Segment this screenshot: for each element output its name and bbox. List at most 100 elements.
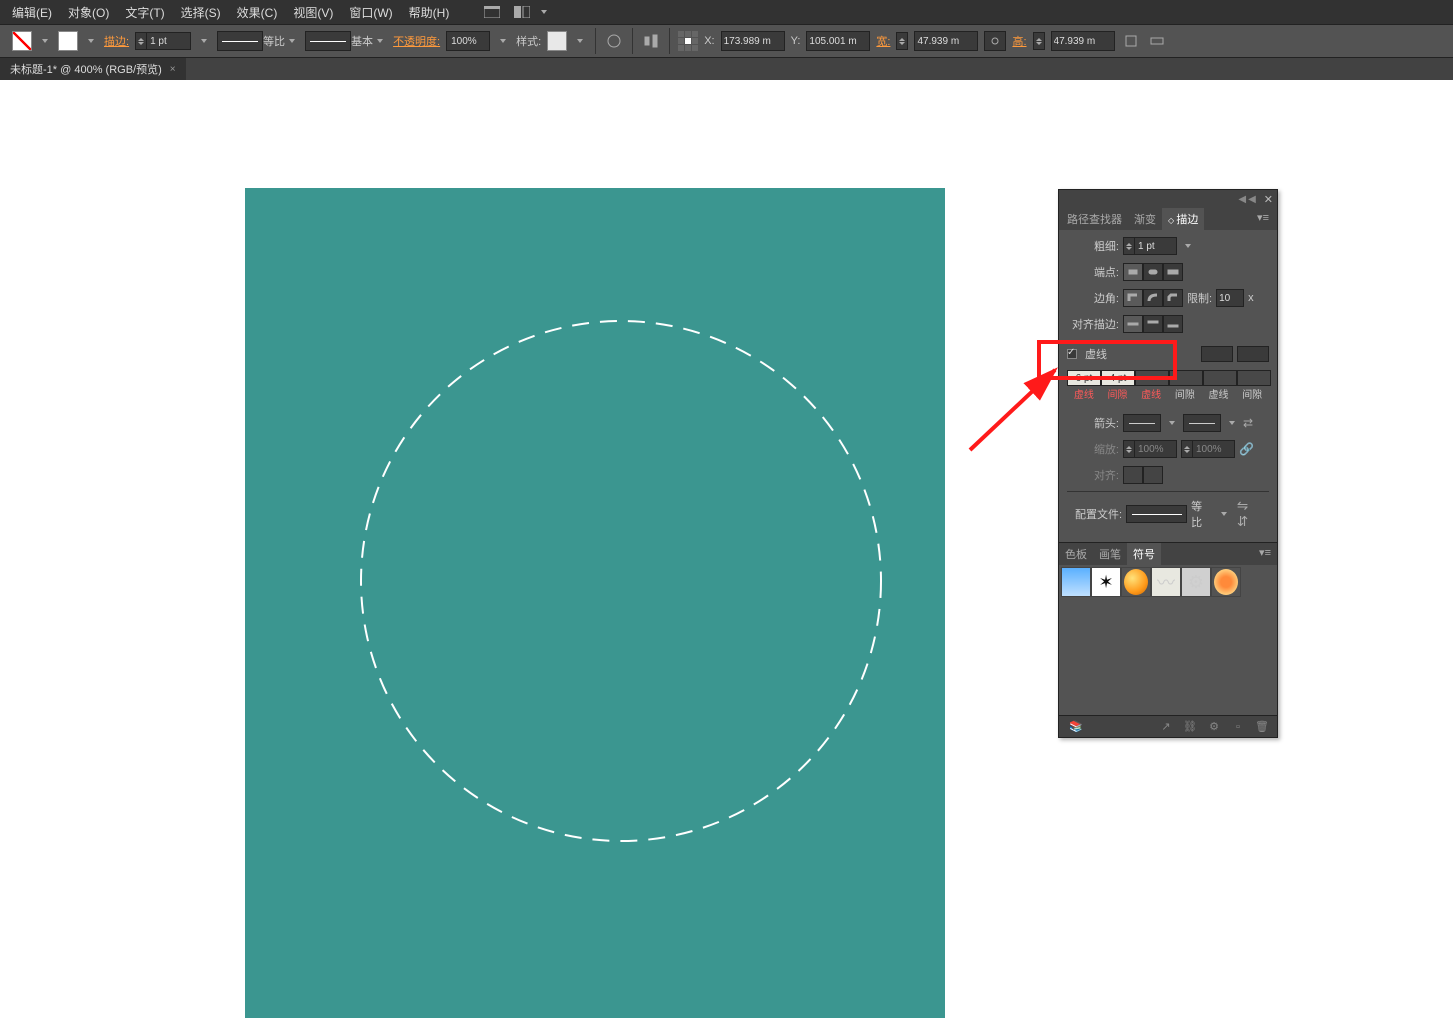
arrange-icon[interactable]: [511, 3, 533, 21]
menu-object[interactable]: 对象(O): [60, 1, 117, 24]
variable-width-profile[interactable]: [217, 31, 263, 51]
align-outside-button[interactable]: [1163, 315, 1183, 333]
stroke-weight-dropdown[interactable]: [197, 31, 211, 51]
opacity-dropdown[interactable]: [496, 31, 510, 51]
limit-input[interactable]: [1216, 289, 1244, 307]
tab-pathfinder[interactable]: 路径查找器: [1061, 208, 1128, 230]
dash2-input[interactable]: [1135, 370, 1169, 386]
stroke-swatch[interactable]: [58, 31, 78, 51]
cap-butt-button[interactable]: [1123, 263, 1143, 281]
align-panel-icon[interactable]: [641, 31, 661, 51]
menu-help[interactable]: 帮助(H): [401, 1, 458, 24]
arrow-end-dropdown[interactable]: [1225, 413, 1239, 433]
symbol-gear[interactable]: ⚙: [1181, 567, 1211, 597]
arrow-start-select[interactable]: [1123, 414, 1161, 432]
panel-flyout-icon[interactable]: ▾≡: [1251, 208, 1275, 230]
weight-stepper[interactable]: [1123, 237, 1177, 255]
symbol-ink-splat[interactable]: ✶: [1091, 567, 1121, 597]
symbol-orb[interactable]: [1121, 567, 1151, 597]
scale-start-input[interactable]: [1135, 440, 1177, 458]
profile-dropdown[interactable]: [285, 31, 299, 51]
gap2-input[interactable]: [1169, 370, 1203, 386]
canvas-area[interactable]: [0, 80, 1060, 938]
menu-edit[interactable]: 编辑(E): [4, 1, 60, 24]
arrange-dropdown[interactable]: [537, 2, 551, 22]
break-link-icon[interactable]: ⛓: [1181, 719, 1199, 735]
new-symbol-icon[interactable]: ▫: [1229, 719, 1247, 735]
corner-miter-button[interactable]: [1123, 289, 1143, 307]
tab-gradient[interactable]: 渐变: [1128, 208, 1162, 230]
brush-dropdown[interactable]: [373, 31, 387, 51]
arrow-end-select[interactable]: [1183, 414, 1221, 432]
arrow-align-tip-button[interactable]: [1123, 466, 1143, 484]
fill-swatch[interactable]: [12, 31, 32, 51]
dash-align-corners-button[interactable]: [1237, 346, 1269, 362]
style-dropdown[interactable]: [573, 31, 587, 51]
style-swatch[interactable]: [547, 31, 567, 51]
menu-window[interactable]: 窗口(W): [341, 1, 400, 24]
panel-profile-dropdown[interactable]: [1217, 504, 1231, 524]
collapse-icon[interactable]: ◀◀: [1238, 194, 1257, 205]
scale-end-input[interactable]: [1193, 440, 1235, 458]
document-tab-close-icon[interactable]: ×: [170, 64, 176, 75]
stroke-weight-input[interactable]: [147, 32, 191, 50]
symbol-library-icon[interactable]: 📚: [1067, 719, 1085, 735]
tab-stroke[interactable]: 描边: [1162, 208, 1204, 230]
corner-bevel-button[interactable]: [1163, 289, 1183, 307]
brush-def[interactable]: [305, 31, 351, 51]
place-symbol-icon[interactable]: ↗: [1157, 719, 1175, 735]
w-input[interactable]: [914, 31, 978, 51]
isolate-icon[interactable]: [1147, 31, 1167, 51]
dashed-circle-path[interactable]: [354, 314, 888, 848]
tab-symbols[interactable]: 符号: [1127, 543, 1161, 565]
shape-builder-icon[interactable]: [1121, 31, 1141, 51]
panel-header[interactable]: ◀◀ ✕: [1059, 190, 1277, 208]
menu-select[interactable]: 选择(S): [173, 1, 229, 24]
stroke-dropdown[interactable]: [84, 31, 98, 51]
dash3-input[interactable]: [1203, 370, 1237, 386]
corner-round-button[interactable]: [1143, 289, 1163, 307]
menu-view[interactable]: 视图(V): [285, 1, 341, 24]
flip-across-button[interactable]: ⇵: [1235, 514, 1251, 530]
cap-projecting-button[interactable]: [1163, 263, 1183, 281]
symbol-options-icon[interactable]: ⚙: [1205, 719, 1223, 735]
arrow-align-end-button[interactable]: [1143, 466, 1163, 484]
delete-symbol-icon[interactable]: 🗑: [1253, 719, 1271, 735]
w-stepper[interactable]: [896, 32, 908, 50]
symbol-gradient[interactable]: [1061, 567, 1091, 597]
transform-reference-point[interactable]: [678, 31, 698, 51]
x-input[interactable]: [721, 31, 785, 51]
document-tab[interactable]: 未标题-1* @ 400% (RGB/预览) ×: [0, 58, 186, 80]
profile-select[interactable]: [1126, 505, 1187, 523]
menu-effect[interactable]: 效果(C): [229, 1, 286, 24]
symbol-flower[interactable]: [1211, 567, 1241, 597]
opacity-label[interactable]: 不透明度:: [393, 33, 440, 49]
align-inside-button[interactable]: [1143, 315, 1163, 333]
y-input[interactable]: [806, 31, 870, 51]
cap-round-button[interactable]: [1143, 263, 1163, 281]
swap-arrows-icon[interactable]: ⇄: [1243, 416, 1253, 430]
h-input[interactable]: [1051, 31, 1115, 51]
tab-brushes[interactable]: 画笔: [1093, 543, 1127, 565]
scale-start-stepper[interactable]: [1123, 440, 1177, 458]
symbol-ribbon[interactable]: 〰: [1151, 567, 1181, 597]
stroke-weight-stepper[interactable]: [135, 32, 191, 50]
dash-preserve-button[interactable]: [1201, 346, 1233, 362]
tab-swatches[interactable]: 色板: [1059, 543, 1093, 565]
arrow-start-dropdown[interactable]: [1165, 413, 1179, 433]
link-wh-icon[interactable]: [984, 31, 1006, 51]
recolor-icon[interactable]: [604, 31, 624, 51]
weight-input[interactable]: [1135, 237, 1177, 255]
symbols-flyout-icon[interactable]: ▾≡: [1253, 543, 1277, 565]
gap3-input[interactable]: [1237, 370, 1271, 386]
flip-along-button[interactable]: ⇋: [1235, 498, 1251, 514]
panel-close-icon[interactable]: ✕: [1264, 193, 1273, 206]
h-stepper[interactable]: [1033, 32, 1045, 50]
style-label[interactable]: 样式:: [516, 33, 541, 49]
link-scale-icon[interactable]: 🔗: [1239, 442, 1254, 456]
gap1-input[interactable]: [1101, 370, 1135, 386]
menu-text[interactable]: 文字(T): [117, 1, 172, 24]
fill-dropdown[interactable]: [38, 31, 52, 51]
dashed-line-checkbox[interactable]: [1067, 349, 1077, 359]
stroke-label[interactable]: 描边:: [104, 33, 129, 49]
